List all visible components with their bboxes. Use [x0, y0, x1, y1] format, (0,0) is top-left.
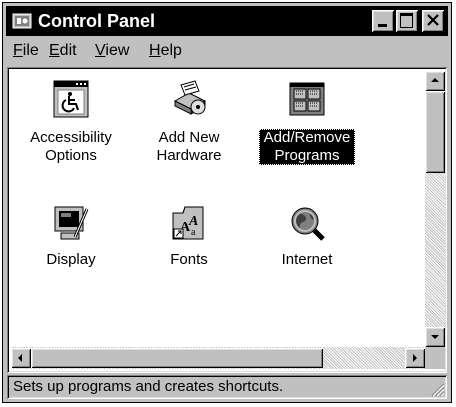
- item-fonts[interactable]: A A a Fonts: [135, 203, 243, 283]
- item-add-new-hardware[interactable]: Add New Hardware: [135, 79, 243, 169]
- status-text: Sets up programs and creates shortcuts.: [13, 378, 284, 395]
- vertical-scrollbar[interactable]: [425, 71, 445, 347]
- window-title: Control Panel: [38, 11, 156, 31]
- item-label: Fonts: [170, 251, 208, 268]
- item-label: Accessibility Options: [30, 129, 112, 164]
- maximize-button[interactable]: [396, 10, 418, 32]
- horizontal-scroll-thumb[interactable]: [31, 348, 323, 368]
- minimize-button[interactable]: [372, 10, 394, 32]
- fonts-folder-icon: A A a: [169, 203, 209, 243]
- control-panel-icon[interactable]: [12, 11, 32, 31]
- minimize-icon: [378, 24, 387, 27]
- menu-file[interactable]: File: [13, 42, 39, 60]
- arrow-up-icon: [431, 78, 439, 82]
- close-icon: [426, 12, 440, 33]
- scroll-down-button[interactable]: [425, 327, 445, 347]
- vertical-scroll-thumb[interactable]: [425, 91, 445, 173]
- control-panel-window: Control Panel File Edit View Help Access…: [2, 2, 452, 403]
- menu-bar: File Edit View Help: [7, 38, 447, 64]
- menu-edit[interactable]: Edit: [49, 42, 77, 60]
- items-panel: Accessibility Options Add New Hardware A…: [7, 67, 447, 373]
- horizontal-scrollbar[interactable]: [11, 347, 425, 369]
- programs-icon: [287, 79, 327, 119]
- svg-text:a: a: [191, 227, 196, 238]
- accessibility-icon: [51, 79, 91, 119]
- item-label-selected: Add/Remove Programs: [259, 129, 355, 165]
- arrow-down-icon: [431, 335, 439, 339]
- item-label: Add New Hardware: [156, 129, 222, 164]
- title-bar[interactable]: Control Panel: [6, 6, 448, 36]
- item-label: Internet: [281, 251, 333, 268]
- item-add-remove-programs[interactable]: Add/Remove Programs: [253, 79, 361, 169]
- maximize-icon: [400, 13, 413, 28]
- item-label: Display: [46, 251, 96, 268]
- internet-icon: [287, 203, 327, 243]
- menu-view[interactable]: View: [95, 42, 129, 60]
- resize-grip-icon[interactable]: [429, 381, 445, 397]
- hardware-icon: [169, 79, 209, 119]
- status-panel: Sets up programs and creates shortcuts.: [7, 375, 447, 399]
- scroll-right-button[interactable]: [405, 348, 425, 368]
- arrow-right-icon: [413, 354, 417, 362]
- item-accessibility-options[interactable]: Accessibility Options: [17, 79, 125, 169]
- close-button[interactable]: [422, 10, 444, 32]
- scroll-left-button[interactable]: [11, 348, 31, 368]
- menu-help[interactable]: Help: [149, 42, 182, 60]
- scrollbar-corner: [425, 347, 445, 369]
- items-view[interactable]: Accessibility Options Add New Hardware A…: [9, 69, 445, 371]
- arrow-left-icon: [18, 354, 22, 362]
- scroll-up-button[interactable]: [425, 71, 445, 91]
- status-bar: Sets up programs and creates shortcuts.: [7, 375, 447, 399]
- item-internet[interactable]: Internet: [253, 203, 361, 283]
- item-display[interactable]: Display: [17, 203, 125, 283]
- display-icon: [51, 203, 91, 243]
